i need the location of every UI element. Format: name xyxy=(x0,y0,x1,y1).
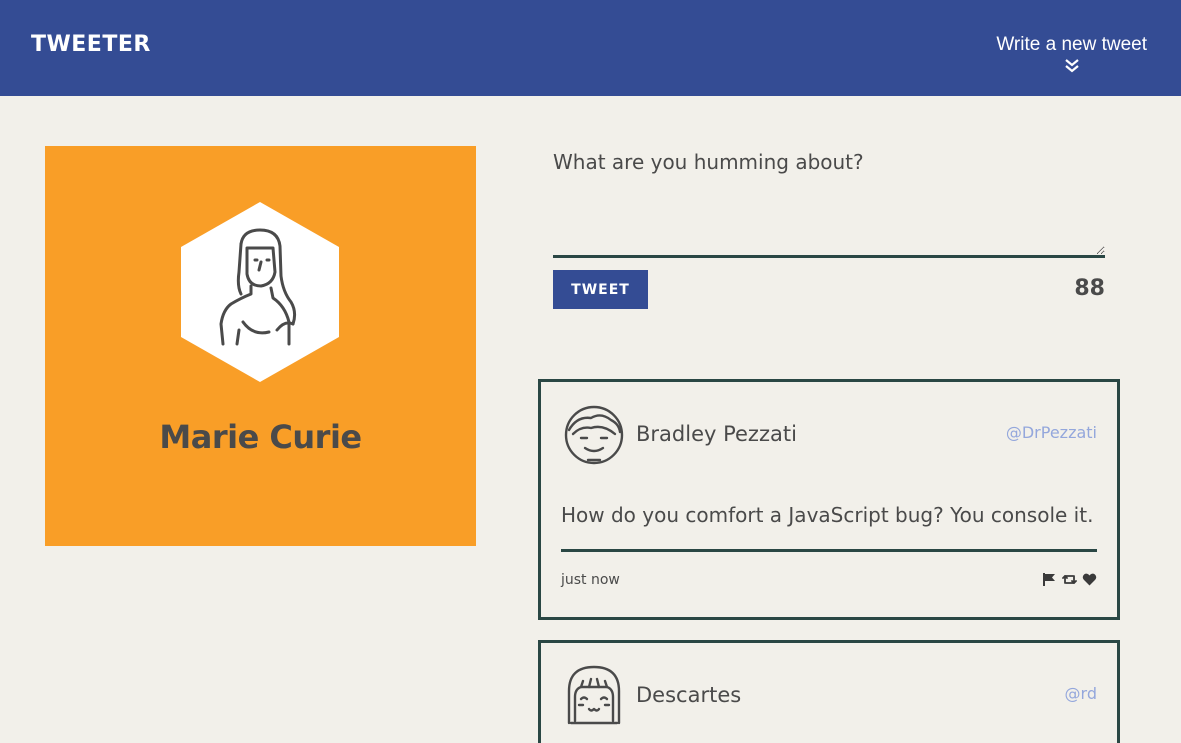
girl-avatar-icon xyxy=(567,665,621,725)
compose-toggle-label[interactable]: Write a new tweet xyxy=(996,34,1147,56)
tweet-header: Descartes @rd xyxy=(541,643,1117,743)
double-chevron-down-icon[interactable] xyxy=(1064,58,1080,74)
flag-icon[interactable] xyxy=(1042,572,1057,587)
compose-toggle-button[interactable]: Write a new tweet xyxy=(996,34,1147,74)
tweet-header: Bradley Pezzati @DrPezzati xyxy=(541,382,1117,492)
tweet-footer: just now xyxy=(541,552,1117,612)
tweet-button[interactable]: Tweet xyxy=(553,270,648,309)
tweet-actions xyxy=(1042,572,1097,587)
brand-logo[interactable]: Tweeter xyxy=(31,32,151,57)
profile-name: Marie Curie xyxy=(159,418,362,456)
new-tweet-form: Tweet 88 xyxy=(553,146,1105,310)
heart-icon[interactable] xyxy=(1082,572,1097,587)
tweet-card: Descartes @rd xyxy=(538,640,1120,743)
profile-card: Marie Curie xyxy=(45,146,476,546)
tweet-author-handle: @DrPezzati xyxy=(1005,423,1097,442)
man-avatar-icon xyxy=(564,405,624,465)
tweet-author-name: Descartes xyxy=(636,683,742,707)
tweet-card: Bradley Pezzati @DrPezzati How do you co… xyxy=(538,379,1120,620)
tweet-author-name: Bradley Pezzati xyxy=(636,422,797,446)
character-counter: 88 xyxy=(1074,276,1105,301)
retweet-icon[interactable] xyxy=(1062,572,1077,587)
tweet-form-footer: Tweet 88 xyxy=(553,270,1105,310)
tweet-content: How do you comfort a JavaScript bug? You… xyxy=(561,492,1097,552)
top-navbar: Tweeter Write a new tweet xyxy=(0,0,1181,96)
tweet-timestamp: just now xyxy=(561,572,620,588)
woman-avatar-icon xyxy=(181,202,339,382)
tweet-textarea[interactable] xyxy=(553,146,1105,258)
tweet-author-handle: @rd xyxy=(1064,684,1097,703)
